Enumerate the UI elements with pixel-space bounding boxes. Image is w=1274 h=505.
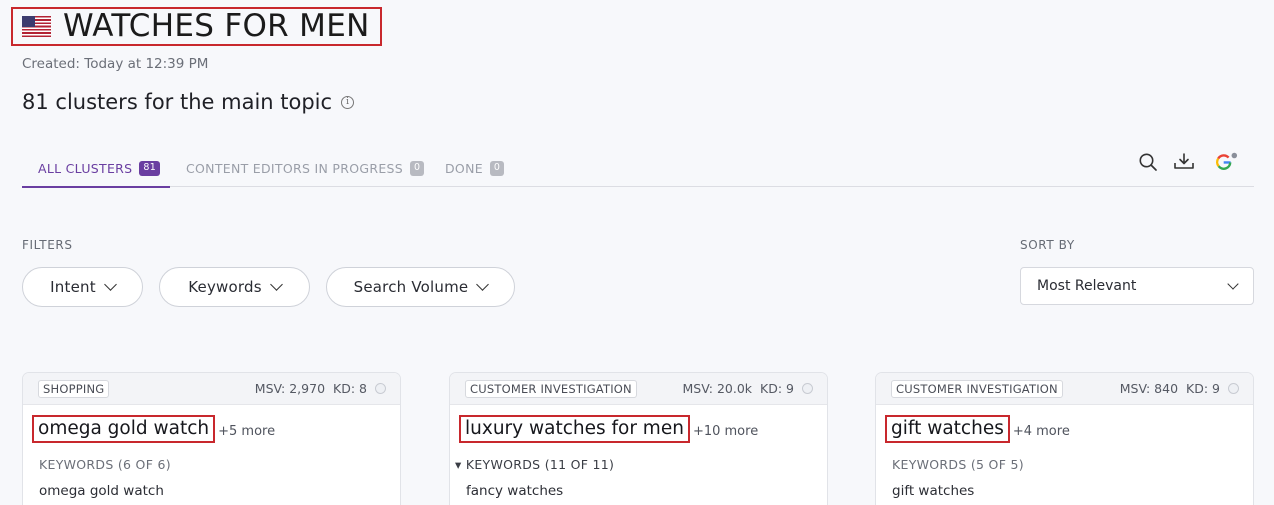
us-flag-icon <box>22 16 51 37</box>
tab-count-badge: 0 <box>410 161 425 176</box>
card-header: SHOPPING MSV: 2,970 KD: 8 <box>23 373 400 405</box>
keywords-label[interactable]: KEYWORDS (5 OF 5) <box>892 457 1024 472</box>
tab-done[interactable]: DONE 0 <box>445 150 505 187</box>
filter-label: Search Volume <box>353 278 469 296</box>
sort-select[interactable]: Most Relevant <box>1020 267 1254 305</box>
intent-filter-button[interactable]: Intent <box>22 267 143 307</box>
card-header: CUSTOMER INVESTIGATION MSV: 20.0k KD: 9 <box>450 373 827 405</box>
more-keywords-link[interactable]: +5 more <box>218 424 275 439</box>
topic-row: omega gold watch +5 more <box>32 415 275 444</box>
card-metrics: MSV: 840 KD: 9 <box>1120 381 1239 396</box>
filters-label: FILTERS <box>22 238 73 252</box>
chevron-down-icon <box>476 278 490 291</box>
cluster-topic-title[interactable]: omega gold watch <box>32 415 216 444</box>
cluster-card[interactable]: CUSTOMER INVESTIGATION MSV: 20.0k KD: 9 … <box>449 372 828 505</box>
card-metrics: MSV: 2,970 KD: 8 <box>255 381 386 396</box>
filter-label: Keywords <box>188 278 262 296</box>
page-title-box: WATCHES FOR MEN <box>11 7 382 46</box>
info-icon[interactable]: i <box>341 95 355 109</box>
more-keywords-link[interactable]: +4 more <box>1013 424 1070 439</box>
tab-label: CONTENT EDITORS IN PROGRESS <box>186 161 403 176</box>
kd-value: KD: 9 <box>1186 381 1220 396</box>
card-metrics: MSV: 20.0k KD: 9 <box>683 381 813 396</box>
keywords-filter-button[interactable]: Keywords <box>159 267 310 307</box>
card-header: CUSTOMER INVESTIGATION MSV: 840 KD: 9 <box>876 373 1253 405</box>
page-title: WATCHES FOR MEN <box>63 8 370 44</box>
keyword-item: gift watches <box>892 483 975 499</box>
clusters-heading-text: 81 clusters for the main topic <box>22 90 333 114</box>
cluster-card[interactable]: CUSTOMER INVESTIGATION MSV: 840 KD: 9 gi… <box>875 372 1254 505</box>
keywords-label[interactable]: KEYWORDS (6 OF 6) <box>39 457 171 472</box>
tab-label: DONE <box>445 161 483 176</box>
kd-indicator-icon <box>1228 383 1239 394</box>
topic-row: gift watches +4 more <box>885 415 1070 444</box>
cluster-topic-title[interactable]: gift watches <box>885 415 1010 444</box>
cluster-card[interactable]: SHOPPING MSV: 2,970 KD: 8 omega gold wat… <box>22 372 401 505</box>
sort-label: SORT BY <box>1020 238 1075 252</box>
intent-tag: CUSTOMER INVESTIGATION <box>891 379 1063 398</box>
keyword-item: omega gold watch <box>39 483 164 499</box>
keyword-item: fancy watches <box>466 483 564 499</box>
kd-value: KD: 9 <box>760 381 794 396</box>
chevron-down-icon <box>269 278 283 291</box>
filter-label: Intent <box>50 278 96 296</box>
msv-value: MSV: 840 <box>1119 381 1179 396</box>
kd-value: KD: 8 <box>333 381 367 396</box>
tab-label: ALL CLUSTERS <box>38 161 133 176</box>
more-keywords-link[interactable]: +10 more <box>693 424 758 439</box>
created-timestamp: Created: Today at 12:39 PM <box>22 56 209 72</box>
google-icon[interactable] <box>1214 150 1238 174</box>
intent-tag: CUSTOMER INVESTIGATION <box>465 379 637 398</box>
chevron-down-icon <box>1227 278 1239 290</box>
topic-row: luxury watches for men +10 more <box>459 415 758 444</box>
tab-count-badge: 81 <box>139 161 161 176</box>
kd-indicator-icon <box>375 383 386 394</box>
msv-value: MSV: 2,970 <box>254 381 326 396</box>
tab-content-editors-in-progress[interactable]: CONTENT EDITORS IN PROGRESS 0 <box>186 150 425 187</box>
chevron-down-icon <box>103 278 117 291</box>
msv-value: MSV: 20.0k <box>682 381 753 396</box>
sort-value: Most Relevant <box>1037 278 1137 294</box>
keywords-label[interactable]: ▾ KEYWORDS (11 OF 11) <box>455 457 614 472</box>
kd-indicator-icon <box>802 383 813 394</box>
clusters-heading: 81 clusters for the main topic i <box>22 90 355 114</box>
cluster-tabs: ALL CLUSTERS 81 CONTENT EDITORS IN PROGR… <box>22 150 1254 188</box>
cluster-topic-title[interactable]: luxury watches for men <box>459 415 690 444</box>
download-icon[interactable] <box>1172 150 1196 174</box>
search-volume-filter-button[interactable]: Search Volume <box>326 267 515 307</box>
search-icon[interactable] <box>1136 150 1160 174</box>
tab-count-badge: 0 <box>489 161 505 176</box>
tab-all-clusters[interactable]: ALL CLUSTERS 81 <box>22 150 170 188</box>
intent-tag: SHOPPING <box>38 379 110 398</box>
